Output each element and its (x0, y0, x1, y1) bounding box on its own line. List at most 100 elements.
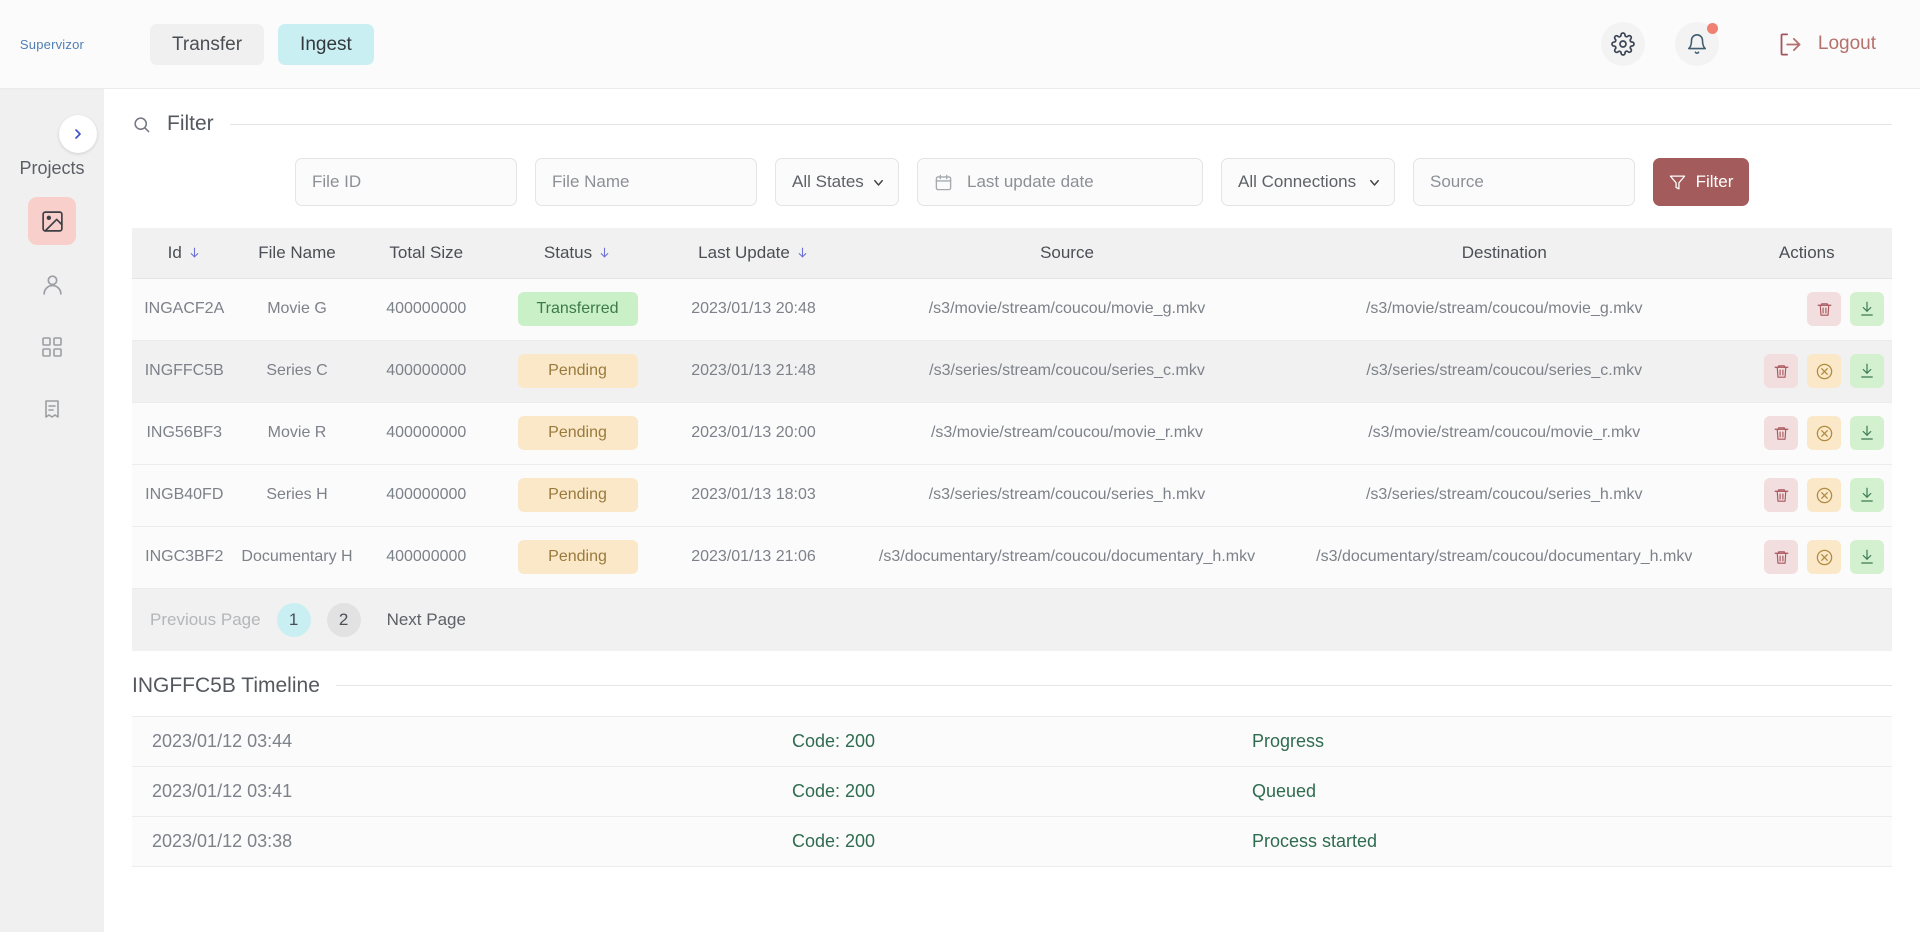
file-id-placeholder: File ID (312, 172, 362, 191)
filter-button[interactable]: Filter (1653, 158, 1749, 206)
sort-down-icon (188, 246, 201, 259)
cell-file-name: Series C (236, 340, 358, 403)
previous-page-button[interactable]: Previous Page (150, 610, 261, 630)
tab-transfer[interactable]: Transfer (150, 23, 265, 65)
brand-logo[interactable]: Supervizor (0, 37, 104, 52)
row-actions (1722, 416, 1893, 450)
cell-actions (1721, 340, 1892, 403)
column-label: Actions (1778, 242, 1835, 262)
column-header-total-size[interactable]: Total Size (357, 228, 495, 279)
cell-destination: /s3/documentary/stream/coucou/documentar… (1287, 526, 1722, 589)
last-update-date-input[interactable]: Last update date (917, 158, 1203, 206)
timeline-message: Queued (1252, 766, 1892, 817)
sort-down-icon (598, 246, 611, 259)
sidebar-title: Projects (19, 158, 85, 178)
cancel-button[interactable] (1807, 478, 1841, 512)
table-row[interactable]: INGC3BF2 Documentary H 400000000 Pending 202… (132, 526, 1893, 589)
cell-id: ING56BF3 (132, 402, 237, 465)
page-button-1[interactable]: 1 (276, 602, 311, 637)
delete-button[interactable] (1807, 292, 1841, 326)
cell-status: Pending (495, 464, 660, 527)
file-id-input[interactable]: File ID (295, 158, 517, 206)
cell-last-update: 2023/01/13 20:00 (660, 402, 847, 465)
user-icon (40, 272, 65, 297)
trash-icon (1773, 363, 1790, 380)
cancel-button[interactable] (1807, 416, 1841, 450)
cancel-button[interactable] (1807, 540, 1841, 574)
column-header-last-update[interactable]: Last Update (660, 228, 847, 279)
tab-ingest[interactable]: Ingest (278, 23, 374, 65)
sidebar-expand-button[interactable] (59, 115, 97, 153)
filter-title: Filter (167, 112, 214, 135)
notifications-button[interactable] (1674, 22, 1719, 66)
cell-id: INGB40FD (132, 464, 237, 527)
timeline-code: Code: 200 (792, 816, 1252, 867)
sidebar-item-projects[interactable] (28, 197, 76, 245)
states-select[interactable]: All States (775, 158, 899, 206)
cell-id: INGFFC5B (132, 340, 237, 403)
table-row[interactable]: INGB40FD Series H 400000000 Pending 2023/01/… (132, 464, 1892, 527)
column-label: Id (167, 242, 182, 262)
file-name-input[interactable]: File Name (535, 158, 757, 206)
cell-actions (1721, 278, 1892, 341)
column-header-status[interactable]: Status (495, 228, 660, 279)
column-label: Source (1040, 242, 1094, 262)
logout-button[interactable]: Logout (1777, 31, 1876, 58)
column-header-destination[interactable]: Destination (1287, 228, 1722, 279)
sidebar-item-reports[interactable] (28, 386, 76, 434)
table-row[interactable]: INGFFC5B Series C 400000000 Pending 2023/01/… (132, 340, 1892, 403)
table-header-row: Id File Name Total Size Status Last Upda… (132, 228, 1892, 279)
sidebar-item-users[interactable] (28, 260, 76, 308)
column-header-id[interactable]: Id (132, 228, 237, 279)
cell-total-size: 400000000 (357, 464, 495, 527)
source-input[interactable]: Source (1413, 158, 1635, 206)
status-badge: Pending (517, 540, 638, 574)
next-page-button[interactable]: Next Page (387, 610, 466, 630)
delete-button[interactable] (1764, 478, 1798, 512)
download-button[interactable] (1850, 540, 1884, 574)
timeline-row: 2023/01/12 03:41 Code: 200 Queued (132, 766, 1892, 817)
sidebar-item-apps[interactable] (28, 323, 76, 371)
timeline-date: 2023/01/12 03:44 (132, 715, 792, 767)
timeline-title: INGFFC5B Timeline (132, 673, 320, 697)
timeline-row: 2023/01/12 03:44 Code: 200 Progress (132, 715, 1892, 767)
download-icon (1858, 300, 1876, 318)
bell-icon (1686, 33, 1708, 55)
sidebar-items (28, 197, 76, 434)
ingest-table: Id File Name Total Size Status Last Upda… (132, 228, 1892, 589)
delete-button[interactable] (1764, 416, 1798, 450)
table-row[interactable]: ING56BF3 Movie R 400000000 Pending 2023/01/1… (132, 402, 1893, 465)
delete-button[interactable] (1764, 540, 1798, 574)
table-body: INGACF2A Movie G 400000000 Transferred 2023/… (132, 278, 1893, 589)
delete-button[interactable] (1764, 354, 1798, 388)
chevron-down-icon (1367, 175, 1382, 190)
timeline-body: 2023/01/12 03:44 Code: 200 Progress 2023/01… (132, 715, 1892, 867)
trash-icon (1816, 301, 1833, 318)
row-actions (1722, 540, 1893, 574)
status-badge: Pending (517, 416, 638, 450)
column-label: Total Size (389, 242, 464, 262)
download-button[interactable] (1850, 292, 1884, 326)
cell-destination: /s3/series/stream/coucou/series_h.mkv (1287, 464, 1722, 527)
table-row[interactable]: INGACF2A Movie G 400000000 Transferred 2023/… (132, 278, 1892, 341)
table-header: Id File Name Total Size Status Last Upda… (132, 228, 1892, 279)
cancel-button[interactable] (1807, 354, 1841, 388)
filter-section-header: Filter (104, 112, 1920, 136)
search-icon (132, 115, 151, 134)
page-button-2[interactable]: 2 (326, 602, 361, 637)
download-icon (1858, 424, 1876, 442)
download-button[interactable] (1850, 478, 1884, 512)
cancel-circle-icon (1815, 424, 1834, 443)
cell-last-update: 2023/01/13 18:03 (660, 464, 847, 527)
column-header-file-name[interactable]: File Name (236, 228, 358, 279)
settings-button[interactable] (1600, 22, 1645, 66)
file-name-placeholder: File Name (552, 172, 630, 191)
cell-file-name: Movie G (236, 278, 358, 341)
connections-select[interactable]: All Connections (1221, 158, 1395, 206)
cell-source: /s3/movie/stream/coucou/movie_r.mkv (847, 402, 1287, 465)
timeline-section: INGFFC5B Timeline 2023/01/12 03:44 Code: … (104, 674, 1920, 867)
cell-destination: /s3/movie/stream/coucou/movie_r.mkv (1287, 402, 1722, 465)
download-button[interactable] (1850, 354, 1884, 388)
download-button[interactable] (1850, 416, 1884, 450)
column-header-source[interactable]: Source (847, 228, 1287, 279)
